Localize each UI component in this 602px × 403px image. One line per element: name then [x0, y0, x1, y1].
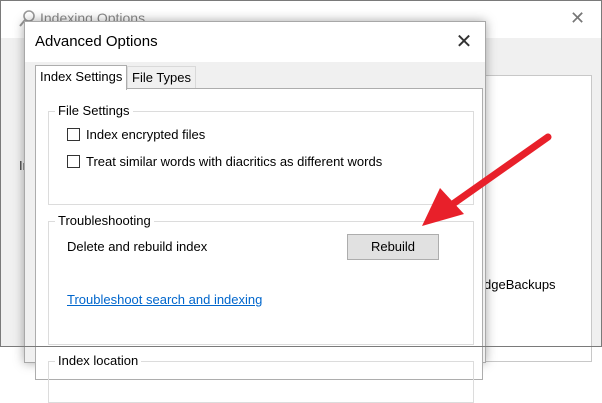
troubleshooting-label: Troubleshooting	[55, 213, 154, 228]
index-settings-panel: File Settings Index encrypted files Trea…	[35, 88, 483, 403]
rebuild-index-label: Delete and rebuild index	[67, 239, 208, 254]
file-settings-label: File Settings	[55, 103, 133, 118]
dialog-title: Advanced Options	[35, 33, 158, 50]
list-item[interactable]: dgeBackups	[484, 277, 556, 292]
index-encrypted-files-checkbox[interactable]: Index encrypted files	[67, 125, 205, 143]
advanced-options-dialog: Advanced Options ✕ Index Settings File T…	[24, 21, 486, 403]
rebuild-button[interactable]: Rebuild	[347, 234, 439, 260]
close-icon[interactable]: ✕	[570, 8, 585, 29]
index-location-group: Index location	[48, 353, 474, 403]
checkbox-label: Index encrypted files	[86, 126, 206, 142]
dialog-titlebar: Advanced Options ✕	[25, 22, 485, 62]
checkbox-label: Treat similar words with diacritics as d…	[86, 153, 383, 169]
file-settings-group: File Settings Index encrypted files Trea…	[48, 103, 474, 205]
troubleshooting-group: Troubleshooting Delete and rebuild index…	[48, 213, 474, 345]
tab-file-types[interactable]: File Types	[127, 66, 197, 89]
diacritics-checkbox[interactable]: Treat similar words with diacritics as d…	[67, 152, 382, 170]
troubleshoot-link[interactable]: Troubleshoot search and indexing	[67, 292, 262, 307]
close-icon[interactable]: ✕	[450, 28, 478, 56]
index-location-label: Index location	[55, 353, 142, 368]
tab-index-settings[interactable]: Index Settings	[35, 65, 128, 90]
checkbox-box[interactable]	[67, 127, 80, 141]
checkbox-box[interactable]	[67, 154, 80, 168]
